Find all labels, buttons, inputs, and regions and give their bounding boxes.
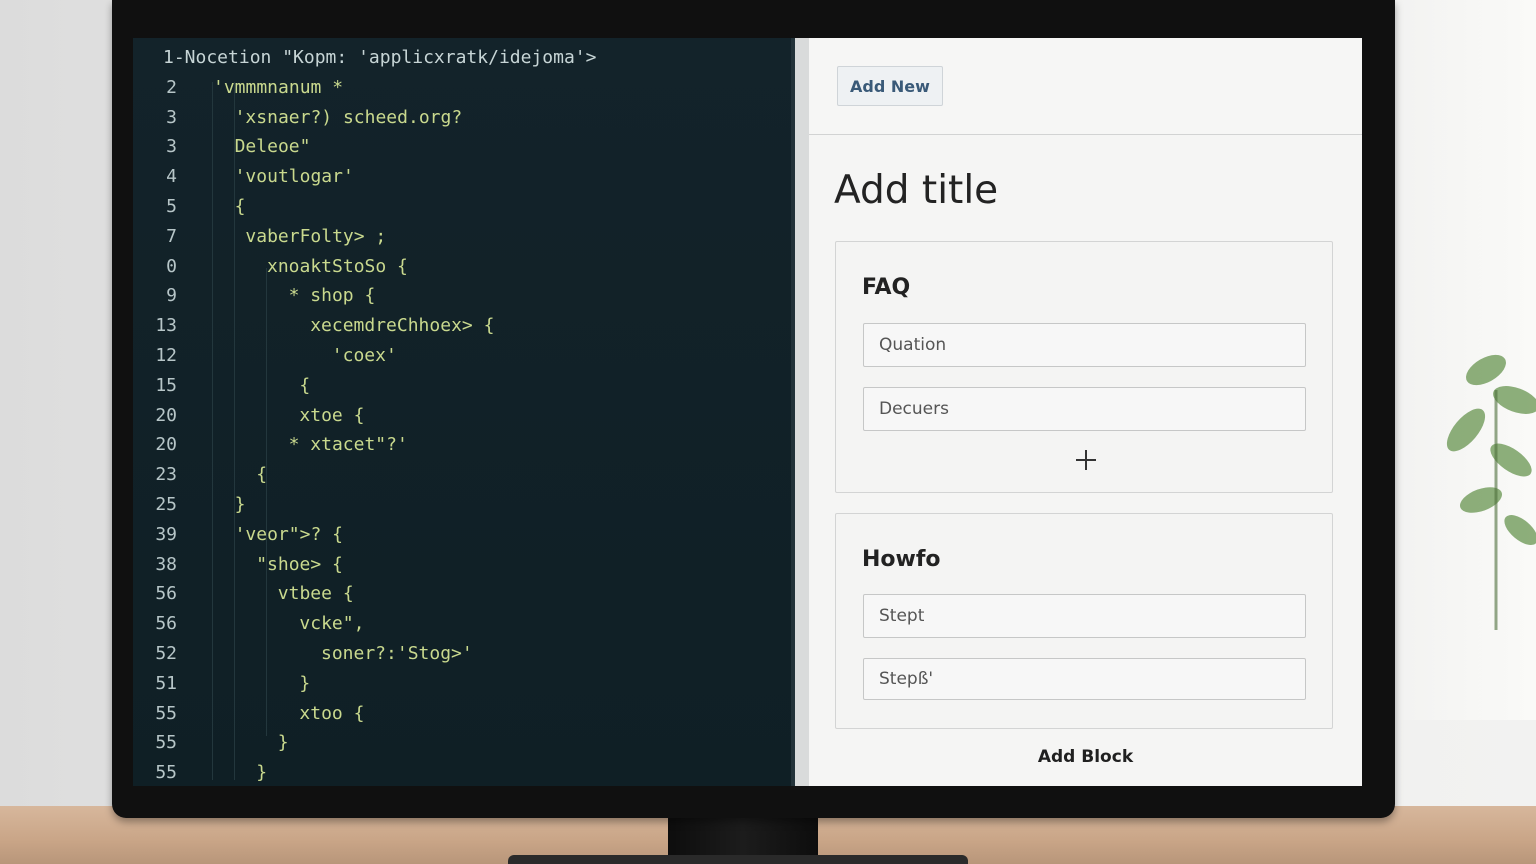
code-text: 'veor">? { — [234, 523, 343, 545]
line-number: 38 — [155, 553, 177, 575]
line-number: 13 — [155, 315, 177, 337]
code-text: 'coex' — [331, 345, 397, 366]
line-number: 9 — [166, 285, 177, 307]
monitor-screen: 1-Nocetion "Kopm: 'applicxratk/idejoma'>… — [133, 38, 1362, 786]
code-line[interactable]: 39 'veor">? { — [133, 521, 793, 549]
code-line[interactable]: 12 'coex' — [133, 342, 793, 370]
code-text: "shoe> { — [256, 553, 343, 575]
line-number: 4 — [166, 166, 177, 188]
code-line[interactable]: 5{ — [133, 193, 793, 221]
code-text: xtoe { — [299, 404, 365, 426]
code-text: 1-Nocetion "Kopm: 'applicxratk/idejoma'> — [163, 47, 597, 68]
cms-toolbar: Add New — [809, 38, 1362, 135]
line-number: 20 — [155, 434, 177, 456]
line-number: 55 — [155, 702, 177, 724]
cms-editor-panel: Add New Add title FAQ Howfo Add Block — [795, 38, 1362, 786]
faq-block-title: FAQ — [862, 275, 911, 300]
line-number: 7 — [166, 225, 177, 247]
line-number: 39 — [155, 523, 177, 545]
code-text: vaberFolty> ; — [245, 225, 387, 247]
monitor-stand-base — [508, 855, 968, 864]
code-text: soner?:'Stog>' — [321, 643, 473, 664]
howto-block-title: Howfo — [862, 547, 941, 572]
line-number: 25 — [155, 494, 177, 515]
code-text: * xtacet"?' — [288, 434, 408, 456]
code-line[interactable]: 56 vtbee { — [133, 580, 793, 608]
step-2-input[interactable] — [863, 658, 1306, 700]
add-faq-item-button[interactable] — [1074, 448, 1098, 472]
code-text: { — [299, 374, 311, 396]
faq-block: FAQ — [835, 241, 1333, 493]
code-text: xtoo { — [299, 702, 365, 724]
line-number: 2 — [166, 76, 177, 98]
add-new-button[interactable]: Add New — [837, 66, 943, 106]
line-number: 15 — [155, 374, 177, 396]
code-line[interactable]: 2 'vmmmnanum * — [133, 74, 793, 102]
code-line[interactable]: 15 { — [133, 372, 793, 400]
step-1-input[interactable] — [863, 594, 1306, 638]
code-editor[interactable]: 1-Nocetion "Kopm: 'applicxratk/idejoma'>… — [133, 38, 795, 786]
code-line[interactable]: 20 * xtacet"?' — [133, 431, 793, 459]
code-line[interactable]: 55 xtoo { — [133, 700, 793, 728]
code-text: 'voutlogar' — [234, 166, 354, 188]
code-text: * shop { — [288, 285, 376, 307]
code-text: vcke", — [299, 613, 365, 635]
answer-input[interactable] — [863, 387, 1306, 431]
code-text: xecemdreChhoex> { — [310, 315, 495, 337]
code-line[interactable]: 3 'xsnaer?) scheed.org? — [133, 104, 793, 132]
code-line[interactable]: 25} — [133, 491, 793, 519]
code-text: { — [256, 464, 268, 486]
line-number: 56 — [155, 583, 177, 605]
code-text: } — [299, 672, 311, 694]
code-text: } — [256, 762, 268, 784]
code-line[interactable]: 20 xtoe { — [133, 402, 793, 430]
code-line[interactable]: 55} — [133, 729, 793, 757]
line-number: 56 — [155, 613, 177, 635]
code-text: Deleoe" — [234, 136, 311, 158]
line-number: 3 — [166, 106, 177, 128]
line-number: 0 — [166, 255, 177, 277]
line-number: 20 — [155, 404, 177, 426]
code-line[interactable]: 51} — [133, 670, 793, 698]
code-line[interactable]: 55} — [133, 759, 793, 786]
code-line[interactable]: 56 vcke", — [133, 610, 793, 638]
code-line[interactable]: 7 vaberFolty> ; — [133, 223, 793, 251]
howto-block: Howfo — [835, 513, 1333, 729]
code-text: } — [234, 494, 246, 515]
code-line[interactable]: 13 xecemdreChhoex> { — [133, 312, 793, 340]
code-line[interactable]: 1-Nocetion "Kopm: 'applicxratk/idejoma'> — [133, 44, 793, 72]
code-text: } — [277, 732, 289, 754]
line-number: 23 — [155, 464, 177, 486]
line-number: 55 — [155, 732, 177, 754]
line-number: 12 — [155, 345, 177, 366]
line-number: 55 — [155, 762, 177, 784]
code-line[interactable]: 23 { — [133, 461, 793, 489]
plant-decoration — [1446, 354, 1536, 630]
code-text: 'vmmmnanum * — [213, 76, 344, 98]
code-text: 'xsnaer?) scheed.org? — [234, 106, 463, 128]
code-text: { — [234, 196, 246, 217]
code-line[interactable]: 4 'voutlogar' — [133, 163, 793, 191]
code-line[interactable]: 3 Deleoe" — [133, 133, 793, 161]
code-line[interactable]: 9 * shop { — [133, 282, 793, 310]
question-input[interactable] — [863, 323, 1306, 367]
code-line[interactable]: 38 "shoe> { — [133, 551, 793, 579]
line-number: 3 — [166, 136, 177, 158]
code-text: xnoaktStoSo { — [267, 255, 408, 277]
add-block-button[interactable]: Add Block — [809, 746, 1362, 768]
page-title[interactable]: Add title — [834, 168, 998, 213]
code-line[interactable]: 52 soner?:'Stog>' — [133, 640, 793, 668]
line-number: 5 — [166, 196, 177, 217]
line-number: 52 — [155, 643, 177, 664]
line-number: 51 — [155, 672, 177, 694]
code-line[interactable]: 0 xnoaktStoSo { — [133, 253, 793, 281]
code-text: vtbee { — [277, 583, 354, 605]
